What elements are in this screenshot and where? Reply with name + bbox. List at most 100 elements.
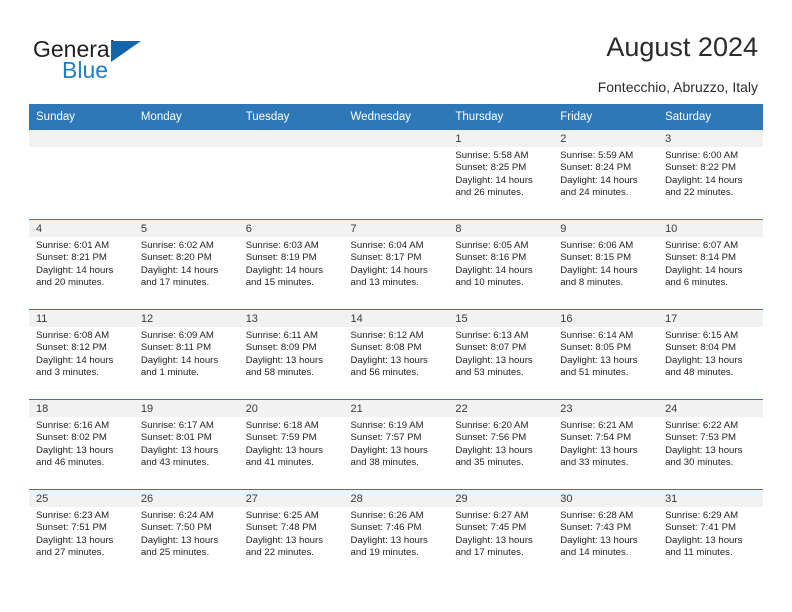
daylight-text-line2: and 26 minutes. <box>455 187 524 199</box>
day-number: 29 <box>448 490 554 507</box>
day-number: 11 <box>29 310 134 327</box>
day-number: 15 <box>448 310 554 327</box>
calendar-day-cell[interactable]: 19 Sunrise: 6:17 AM Sunset: 8:01 PM Dayligh… <box>133 399 239 490</box>
calendar-day-cell[interactable]: 2 Sunrise: 5:59 AM Sunset: 8:24 PM Daylight… <box>553 129 659 220</box>
day-number: 16 <box>553 310 659 327</box>
daylight-text-line1: Daylight: 14 hours <box>560 174 638 186</box>
day-number: 3 <box>658 130 763 147</box>
daylight-text-line2: and 14 minutes. <box>560 547 629 559</box>
calendar-day-cell[interactable]: 17 Sunrise: 6:15 AM Sunset: 8:04 PM Dayligh… <box>658 309 763 400</box>
calendar-day-cell[interactable]: 24 Sunrise: 6:22 AM Sunset: 7:53 PM Dayligh… <box>658 399 763 490</box>
sunset-text: Sunset: 7:50 PM <box>140 522 212 534</box>
sunrise-text: Sunrise: 6:09 AM <box>140 330 214 341</box>
calendar-day-cell[interactable]: 10 Sunrise: 6:07 AM Sunset: 8:14 PM Dayligh… <box>658 219 763 310</box>
calendar-day-cell[interactable]: 11 Sunrise: 6:08 AM Sunset: 8:12 PM Dayligh… <box>29 309 134 400</box>
daylight-text-line1: Daylight: 13 hours <box>665 444 743 456</box>
page-title: August 2024 <box>606 32 758 62</box>
sunset-text: Sunset: 8:04 PM <box>665 342 736 354</box>
sunrise-text: Sunrise: 6:29 AM <box>665 510 739 521</box>
calendar-day-cell[interactable]: 6 Sunrise: 6:03 AM Sunset: 8:19 PM Daylight… <box>238 219 344 310</box>
sunset-text: Sunset: 7:57 PM <box>350 432 422 444</box>
calendar-day-cell[interactable]: 16 Sunrise: 6:14 AM Sunset: 8:05 PM Dayligh… <box>553 309 659 400</box>
calendar-day-cell[interactable]: 7 Sunrise: 6:04 AM Sunset: 8:17 PM Daylight… <box>343 219 449 310</box>
calendar-day-cell[interactable]: 14 Sunrise: 6:12 AM Sunset: 8:08 PM Dayligh… <box>343 309 449 400</box>
calendar-day-cell[interactable] <box>238 129 344 220</box>
calendar-day-cell[interactable]: 31 Sunrise: 6:29 AM Sunset: 7:41 PM Dayligh… <box>658 489 763 580</box>
sunrise-text: Sunrise: 6:11 AM <box>245 330 319 341</box>
sunset-text: Sunset: 7:53 PM <box>665 432 736 444</box>
calendar-day-cell[interactable]: 25 Sunrise: 6:23 AM Sunset: 7:51 PM Dayligh… <box>29 489 134 580</box>
calendar-day-cell[interactable]: 3 Sunrise: 6:00 AM Sunset: 8:22 PM Daylight… <box>658 129 763 220</box>
weekday-header-saturday: Saturday <box>658 104 763 130</box>
calendar-day-cell[interactable]: 1 Sunrise: 5:58 AM Sunset: 8:25 PM Daylight… <box>448 129 554 220</box>
daylight-text-line1: Daylight: 14 hours <box>245 264 324 276</box>
sunrise-text: Sunrise: 6:16 AM <box>36 420 110 431</box>
sunset-text: Sunset: 8:11 PM <box>140 342 212 354</box>
daylight-text-line2: and 19 minutes. <box>350 547 419 559</box>
daylight-text-line1: Daylight: 13 hours <box>665 534 743 546</box>
daylight-text-line2: and 22 minutes. <box>245 547 314 559</box>
calendar-table: Sunday Monday Tuesday Wednesday Thursday… <box>29 104 763 580</box>
sunrise-text: Sunrise: 6:15 AM <box>665 330 739 341</box>
page-header: General Blue August 2024 Fontecchio, Abr… <box>0 0 792 100</box>
calendar-day-cell[interactable]: 22 Sunrise: 6:20 AM Sunset: 7:56 PM Dayligh… <box>448 399 554 490</box>
daylight-text-line2: and 17 minutes. <box>140 277 210 289</box>
daylight-text-line1: Daylight: 14 hours <box>665 264 743 276</box>
sunrise-text: Sunrise: 6:07 AM <box>665 240 739 251</box>
day-number: 20 <box>238 400 344 417</box>
calendar-day-cell[interactable] <box>29 129 134 220</box>
calendar-day-cell[interactable]: 5 Sunrise: 6:02 AM Sunset: 8:20 PM Daylight… <box>133 219 239 310</box>
calendar-day-cell[interactable]: 23 Sunrise: 6:21 AM Sunset: 7:54 PM Dayligh… <box>553 399 659 490</box>
sunrise-text: Sunrise: 6:13 AM <box>455 330 529 341</box>
sunrise-text: Sunrise: 5:58 AM <box>455 150 529 161</box>
daylight-text-line2: and 35 minutes. <box>455 457 524 469</box>
sunset-text: Sunset: 7:45 PM <box>455 522 527 534</box>
calendar-day-cell[interactable]: 15 Sunrise: 6:13 AM Sunset: 8:07 PM Dayligh… <box>448 309 554 400</box>
calendar-day-cell[interactable]: 12 Sunrise: 6:09 AM Sunset: 8:11 PM Dayligh… <box>133 309 239 400</box>
day-number <box>133 130 239 147</box>
calendar-day-cell[interactable]: 9 Sunrise: 6:06 AM Sunset: 8:15 PM Daylight… <box>553 219 659 310</box>
calendar-day-cell[interactable]: 28 Sunrise: 6:26 AM Sunset: 7:46 PM Dayligh… <box>343 489 449 580</box>
weekday-header-monday: Monday <box>133 104 239 130</box>
calendar-day-cell[interactable]: 27 Sunrise: 6:25 AM Sunset: 7:48 PM Dayligh… <box>238 489 344 580</box>
calendar-day-cell[interactable]: 21 Sunrise: 6:19 AM Sunset: 7:57 PM Dayligh… <box>343 399 449 490</box>
daylight-text-line1: Daylight: 14 hours <box>36 354 114 366</box>
daylight-text-line1: Daylight: 13 hours <box>455 534 533 546</box>
sunset-text: Sunset: 8:01 PM <box>140 432 212 444</box>
day-number: 8 <box>448 220 554 237</box>
sunrise-text: Sunrise: 6:23 AM <box>36 510 110 521</box>
calendar-day-cell[interactable]: 8 Sunrise: 6:05 AM Sunset: 8:16 PM Daylight… <box>448 219 554 310</box>
daylight-text-line2: and 11 minutes. <box>665 547 733 559</box>
sunset-text: Sunset: 7:46 PM <box>350 522 422 534</box>
daylight-text-line2: and 8 minutes. <box>560 277 624 289</box>
sunrise-text: Sunrise: 6:28 AM <box>560 510 634 521</box>
calendar-day-cell[interactable] <box>133 129 239 220</box>
calendar-day-cell[interactable]: 30 Sunrise: 6:28 AM Sunset: 7:43 PM Dayligh… <box>553 489 659 580</box>
calendar-day-cell[interactable]: 4 Sunrise: 6:01 AM Sunset: 8:21 PM Daylight… <box>29 219 134 310</box>
daylight-text-line2: and 6 minutes. <box>665 277 728 289</box>
sunset-text: Sunset: 8:09 PM <box>245 342 317 354</box>
calendar-day-cell[interactable]: 29 Sunrise: 6:27 AM Sunset: 7:45 PM Dayligh… <box>448 489 554 580</box>
general-blue-logo[interactable]: General Blue <box>33 36 183 88</box>
sunset-text: Sunset: 8:12 PM <box>36 342 107 354</box>
daylight-text-line1: Daylight: 13 hours <box>350 354 428 366</box>
day-number: 26 <box>133 490 239 507</box>
sunrise-text: Sunrise: 6:21 AM <box>560 420 634 431</box>
calendar-day-cell[interactable] <box>343 129 449 220</box>
calendar-week-row: 4 Sunrise: 6:01 AM Sunset: 8:21 PM Daylight… <box>29 219 763 310</box>
daylight-text-line2: and 3 minutes. <box>36 367 99 379</box>
daylight-text-line1: Daylight: 13 hours <box>560 534 638 546</box>
daylight-text-line1: Daylight: 13 hours <box>140 534 219 546</box>
day-number: 6 <box>238 220 344 237</box>
calendar-week-row: 1 Sunrise: 5:58 AM Sunset: 8:25 PM Daylight… <box>29 129 763 220</box>
daylight-text-line1: Daylight: 14 hours <box>140 264 219 276</box>
day-number: 17 <box>658 310 763 327</box>
calendar-day-cell[interactable]: 20 Sunrise: 6:18 AM Sunset: 7:59 PM Dayligh… <box>238 399 344 490</box>
sunset-text: Sunset: 7:48 PM <box>245 522 317 534</box>
day-number: 4 <box>29 220 134 237</box>
calendar-day-cell[interactable]: 13 Sunrise: 6:11 AM Sunset: 8:09 PM Dayligh… <box>238 309 344 400</box>
calendar-day-cell[interactable]: 18 Sunrise: 6:16 AM Sunset: 8:02 PM Dayligh… <box>29 399 134 490</box>
sunset-text: Sunset: 7:54 PM <box>560 432 632 444</box>
sunset-text: Sunset: 8:25 PM <box>455 162 527 174</box>
calendar-day-cell[interactable]: 26 Sunrise: 6:24 AM Sunset: 7:50 PM Dayligh… <box>133 489 239 580</box>
